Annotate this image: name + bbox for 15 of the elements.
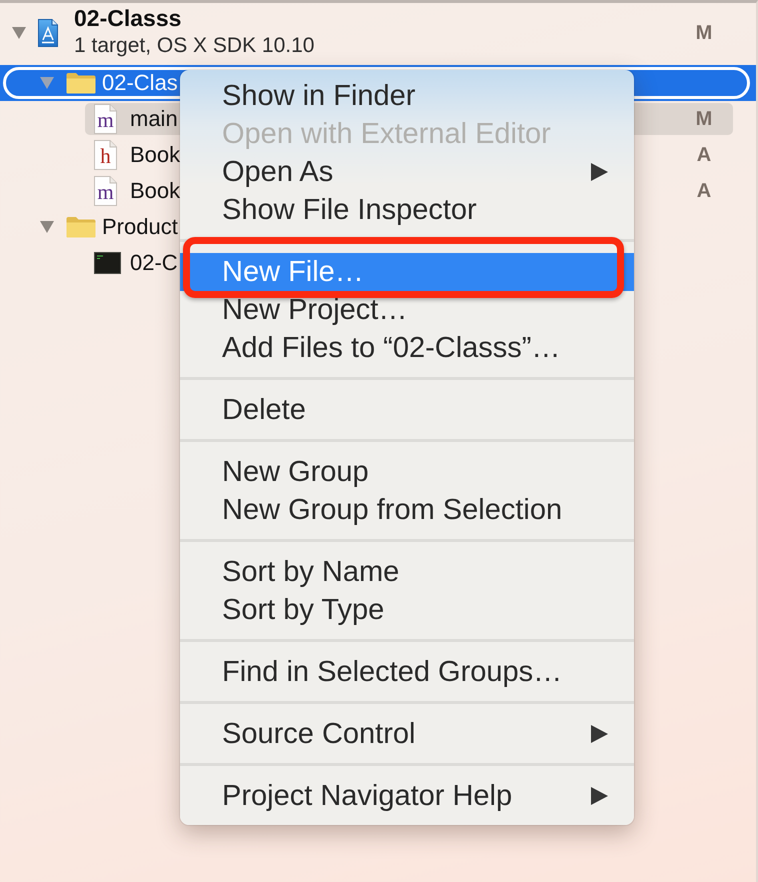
source-control-status: M (694, 22, 714, 44)
project-name: 02-Classs (74, 6, 182, 30)
source-control-status: A (696, 144, 712, 166)
document-icon: m (94, 104, 117, 134)
file-name: 02-Clas (102, 70, 178, 96)
file-name: Book (130, 178, 180, 204)
file-name: main (130, 106, 178, 132)
file-name: 02-C (130, 250, 178, 276)
file-name: Product (102, 214, 178, 240)
document-icon: m (94, 176, 117, 206)
source-control-status: M (694, 108, 714, 130)
document-icon: h (94, 140, 117, 170)
source-control-status: A (696, 180, 712, 202)
file-name: Book (130, 142, 180, 168)
project-summary: 1 target, OS X SDK 10.10 (74, 34, 314, 58)
